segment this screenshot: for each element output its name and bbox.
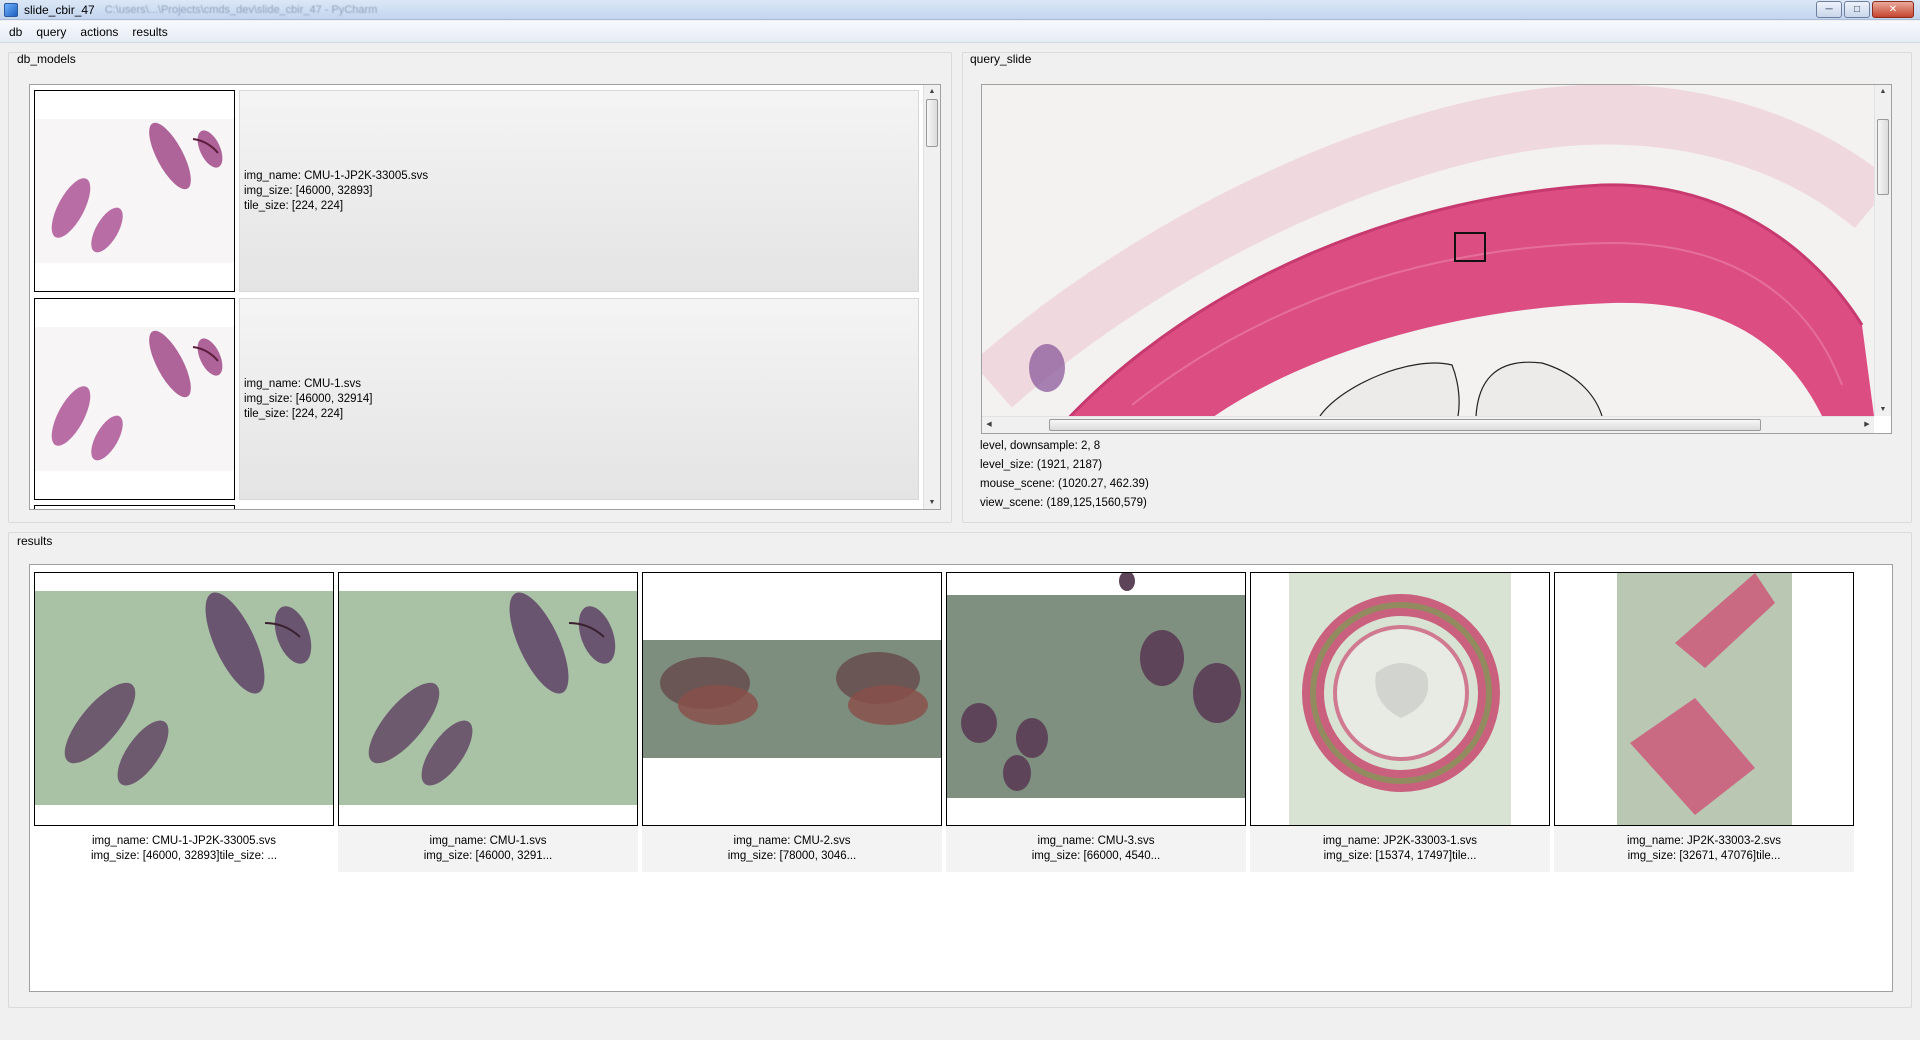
result-thumbnail: [1554, 572, 1854, 826]
scroll-up-arrow[interactable]: ▲: [1875, 88, 1891, 95]
query-slide-label: query_slide: [970, 52, 1032, 66]
query-vertical-scrollbar[interactable]: ▲ ▼: [1874, 85, 1891, 416]
result-caption: img_name: JP2K-33003-1.svs img_size: [15…: [1250, 826, 1550, 872]
scroll-thumb[interactable]: [926, 99, 938, 147]
window-path: C:\users\...\Projects\cmds_dev\slide_cbi…: [104, 3, 378, 16]
menu-actions[interactable]: actions: [73, 25, 125, 39]
model-img-name: img_name: CMU-1.svs: [244, 377, 361, 390]
result-img-name: img_name: CMU-3.svs: [1037, 835, 1155, 847]
model-info: img_name: CMU-1.svs img_size: [46000, 32…: [239, 298, 919, 500]
scroll-thumb[interactable]: [1877, 119, 1889, 195]
slide-thumbnail: [34, 90, 235, 292]
close-button[interactable]: ✕: [1872, 1, 1914, 18]
result-img-name: img_name: JP2K-33003-1.svs: [1322, 835, 1478, 847]
list-item[interactable]: img_name: CMU-1.svs img_size: [46000, 32…: [34, 298, 919, 500]
result-img-name: img_name: CMU-2.svs: [733, 835, 851, 847]
model-img-size: img_size: [46000, 32893]: [244, 184, 373, 197]
result-item[interactable]: img_name: JP2K-33003-2.svs img_size: [32…: [1554, 572, 1854, 872]
result-item[interactable]: img_name: CMU-3.svs img_size: [66000, 45…: [946, 572, 1246, 872]
db-list-scrollbar[interactable]: ▲ ▼: [923, 85, 940, 509]
menu-query[interactable]: query: [29, 25, 73, 39]
result-item[interactable]: img_name: JP2K-33003-1.svs img_size: [15…: [1250, 572, 1550, 872]
scroll-up-arrow[interactable]: ▲: [924, 88, 940, 95]
menu-bar: db query actions results: [0, 21, 1920, 43]
query-slide-viewer[interactable]: ▲ ▼ ◀ ▶: [981, 84, 1892, 434]
result-thumbnail: [338, 572, 638, 826]
scroll-right-arrow[interactable]: ▶: [1860, 420, 1874, 428]
result-img-name: img_name: JP2K-33003-2.svs: [1626, 835, 1782, 847]
model-tile-size: tile_size: [224, 224]: [244, 199, 344, 212]
list-item[interactable]: img_name: CMU-1-JP2K-33005.svs img_size:…: [34, 90, 919, 292]
result-img-size: img_size: [46000, 32893]tile_size: ...: [90, 850, 278, 862]
menu-db[interactable]: db: [2, 25, 29, 39]
result-img-size: img_size: [15374, 17497]tile...: [1323, 850, 1477, 862]
db-models-label: db_models: [17, 52, 76, 66]
slide-thumbnail: [34, 298, 235, 500]
scroll-down-arrow[interactable]: ▼: [924, 499, 940, 506]
result-img-name: img_name: CMU-1-JP2K-33005.svs: [91, 835, 277, 847]
mouse-scene: mouse_scene: (1020.27, 462.39): [980, 478, 1149, 490]
model-info: img_name: CMU-1-JP2K-33005.svs img_size:…: [239, 90, 919, 292]
result-img-size: img_size: [32671, 47076]tile...: [1627, 850, 1781, 862]
result-thumbnail: [34, 572, 334, 826]
result-thumbnail: [642, 572, 942, 826]
minimize-button[interactable]: ─: [1816, 1, 1842, 18]
result-item[interactable]: img_name: CMU-1-JP2K-33005.svs img_size:…: [34, 572, 334, 872]
model-img-name: img_name: CMU-1-JP2K-33005.svs: [244, 169, 429, 182]
maximize-button[interactable]: □: [1844, 1, 1870, 18]
window-title-bar: slide_cbir_47 C:\users\...\Projects\cmds…: [0, 0, 1920, 20]
result-img-size: img_size: [78000, 3046...: [727, 850, 857, 862]
list-item-partial: [34, 505, 235, 509]
result-img-name: img_name: CMU-1.svs: [429, 835, 547, 847]
result-img-size: img_size: [46000, 3291...: [423, 850, 553, 862]
level-downsample: level, downsample: 2, 8: [980, 440, 1101, 452]
model-tile-size: tile_size: [224, 224]: [244, 407, 344, 420]
query-horizontal-scrollbar[interactable]: ◀ ▶: [982, 416, 1874, 433]
db-models-list[interactable]: img_name: CMU-1-JP2K-33005.svs img_size:…: [29, 84, 941, 510]
window-title: slide_cbir_47: [24, 2, 95, 17]
results-label: results: [17, 534, 53, 548]
view-scene: view_scene: (189,125,1560,579): [980, 497, 1147, 509]
result-item[interactable]: img_name: CMU-2.svs img_size: [78000, 30…: [642, 572, 942, 872]
scroll-left-arrow[interactable]: ◀: [982, 420, 996, 428]
scroll-thumb[interactable]: [1049, 419, 1761, 431]
result-caption: img_name: CMU-1.svs img_size: [46000, 32…: [338, 826, 638, 872]
menu-results[interactable]: results: [125, 25, 174, 39]
result-caption: img_name: CMU-1-JP2K-33005.svs img_size:…: [34, 826, 334, 872]
model-img-size: img_size: [46000, 32914]: [244, 392, 373, 405]
result-thumbnail: [946, 572, 1246, 826]
result-caption: img_name: CMU-3.svs img_size: [66000, 45…: [946, 826, 1246, 872]
result-caption: img_name: CMU-2.svs img_size: [78000, 30…: [642, 826, 942, 872]
level-size: level_size: (1921, 2187): [980, 459, 1103, 471]
result-img-size: img_size: [66000, 4540...: [1031, 850, 1161, 862]
result-caption: img_name: JP2K-33003-2.svs img_size: [32…: [1554, 826, 1854, 872]
result-item[interactable]: img_name: CMU-1.svs img_size: [46000, 32…: [338, 572, 638, 872]
scroll-down-arrow[interactable]: ▼: [1875, 406, 1891, 413]
result-thumbnail: [1250, 572, 1550, 826]
app-icon: [4, 2, 18, 17]
